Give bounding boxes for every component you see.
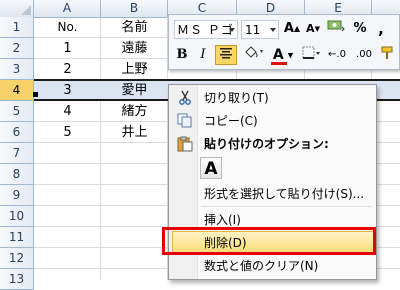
shrink-font-button[interactable]: A▼ [304,19,322,39]
chevron-down-icon [270,28,276,32]
grow-font-button[interactable]: A▲ [282,19,302,39]
clipboard-icon [176,136,193,152]
row-header-3[interactable]: 3 [0,59,34,80]
cell-a4[interactable]: 3 [34,80,101,101]
borders-icon [302,46,320,59]
paste-options-label: 貼り付けのオプション: [204,137,329,151]
row-header-11[interactable]: 11 [0,227,34,248]
fill-color-button[interactable] [241,45,267,65]
paintbrush-icon [381,46,393,59]
font-color-icon: A [272,47,284,63]
cell-a3[interactable]: 2 [34,59,101,80]
scissors-icon [176,90,193,106]
cell-b6[interactable]: 井上 [101,122,168,143]
currency-format-button[interactable] [325,19,347,39]
increase-decimal-button[interactable]: ←.0 [325,45,349,65]
menu-item-copy-label: コピー(C) [204,114,258,128]
font-name-select[interactable]: ＭＳ Ｐゴ [174,20,238,39]
bold-button[interactable]: B [173,45,191,65]
row-header-4[interactable]: 4 [0,80,34,101]
row-header-12[interactable]: 12 [0,248,34,269]
menu-item-paste-special-label: 形式を選択して貼り付け(S)... [204,187,365,201]
row-header-6[interactable]: 6 [0,122,34,143]
menu-item-clear-contents[interactable]: 数式と値のクリア(N) [172,255,374,277]
borders-button[interactable] [300,45,322,65]
italic-button[interactable]: I [194,45,212,65]
decrease-decimal-button[interactable]: .00 [352,45,376,65]
font-size-select[interactable]: 11 [241,20,279,39]
select-all-corner[interactable] [0,0,34,17]
row-header-9[interactable]: 9 [0,185,34,206]
highlight-annotation-frame [162,227,376,255]
cell-a5[interactable]: 4 [34,101,101,122]
center-align-button[interactable] [215,45,237,65]
font-size-value: 11 [245,23,261,37]
cell-b3[interactable]: 上野 [101,59,168,80]
row-header-8[interactable]: 8 [0,164,34,185]
paint-bucket-icon [245,46,263,58]
row-header-10[interactable]: 10 [0,206,34,227]
grow-font-icon: A [283,21,294,36]
cell-b2[interactable]: 遠藤 [101,38,168,59]
align-center-icon [220,48,232,59]
menu-separator [201,206,372,207]
menu-item-clear-contents-label: 数式と値のクリア(N) [204,259,319,273]
menu-item-paste-special[interactable]: 形式を選択して貼り付け(S)... [172,183,374,205]
cell-a6[interactable]: 5 [34,122,101,143]
chevron-down-icon [229,28,235,32]
currency-icon [327,20,345,32]
cell-b4[interactable]: 愛甲 [101,80,168,101]
column-header-b[interactable]: B [101,0,168,17]
cell-b1[interactable]: 名前 [101,17,168,38]
cell-a2[interactable]: 1 [34,38,101,59]
font-name-value: ＭＳ Ｐゴ [177,23,234,37]
increase-decimal-icon: ←.0 [328,49,346,60]
font-color-swatch [271,62,287,65]
paste-option-keep-formatting[interactable]: A [200,157,222,179]
decrease-decimal-icon: .00 [356,49,372,60]
menu-item-cut-label: 切り取り(T) [204,91,269,105]
row-header-1[interactable]: 1 [0,17,34,38]
font-color-button[interactable]: A ▼ [270,45,296,65]
cell-b5[interactable]: 緒方 [101,101,168,122]
row-header-5[interactable]: 5 [0,101,34,122]
column-header-a[interactable]: A [34,0,101,17]
mini-toolbar: ＭＳ Ｐゴ 11 A▲ A▼ % , B I A ▼ ←.0 .00 [168,14,400,70]
comma-style-button[interactable]: , [372,19,390,39]
row-header-7[interactable]: 7 [0,143,34,164]
row-header-2[interactable]: 2 [0,38,34,59]
format-painter-button[interactable] [378,45,398,65]
menu-item-cut[interactable]: 切り取り(T) [172,87,374,109]
menu-paste-options-header: 貼り付けのオプション: [172,133,374,155]
copy-icon [176,113,193,129]
menu-item-copy[interactable]: コピー(C) [172,110,374,132]
cell-a1[interactable]: No. [34,17,101,38]
percent-style-button[interactable]: % [351,19,369,39]
shrink-font-icon: A [306,22,315,35]
